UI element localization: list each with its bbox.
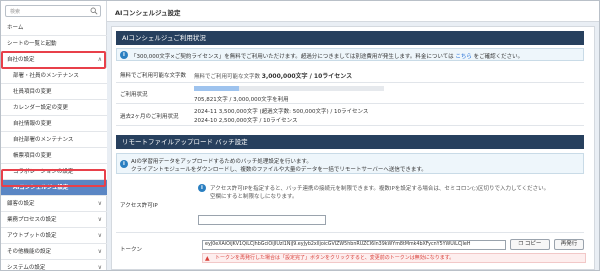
usage-status-label: ご利用状況 (120, 92, 148, 98)
history-label: 過去2ヶ月のご利用状況 (120, 114, 179, 120)
token-field[interactable]: eyJ0eXAiOiJKV1QiLCJhbGciOiJIUzI1NiJ9.eyJ… (202, 240, 506, 250)
pricing-link[interactable]: こちら (455, 54, 472, 60)
free-chars-row: 無料でご利用可能な文字数 無料でご利用可能な文字数 3,000,000文字 / … (116, 66, 584, 83)
history-month-2: 2024-10 2,500,000文字 / 10ライセンス (194, 118, 298, 124)
sidebar-item-form-fields[interactable]: 帳票項目の変更 (1, 148, 107, 164)
sidebar-item-label: 自社情報の変更 (13, 121, 52, 127)
token-row: トークン eyJ0eXAiOiJKV1QiLCJhbGciOiJIUzI1NiJ… (116, 233, 586, 269)
sidebar-item-label: シートの一覧と起動 (7, 41, 57, 47)
chevron-down-icon: ∨ (97, 216, 102, 223)
copy-icon: ❐ (518, 241, 524, 247)
sidebar-item-label: AIコンシェルジュ設定 (13, 185, 69, 191)
sidebar-item-calendar[interactable]: カレンダー設定の変更 (1, 100, 107, 116)
chevron-down-icon: ∨ (97, 264, 102, 271)
sidebar-item-label: 社員項目の変更 (13, 89, 52, 95)
sidebar-group-other-settings[interactable]: その他機能の設定 ∨ (1, 244, 107, 260)
chevron-down-icon: ∨ (97, 200, 102, 207)
usage-progress-fill (194, 86, 239, 91)
token-warning: ▲ トークンを再発行した場合は「設定完了」ボタンをクリックすると、変更前のトーク… (202, 253, 586, 263)
chevron-up-icon: ∧ (97, 56, 102, 63)
sidebar: 検索 ホーム シートの一覧と起動 自社の設定 ∧ 部署・社員のメンテナンス 社員項… (1, 1, 107, 271)
search-icon[interactable] (90, 7, 98, 15)
usage-progress-bar (194, 86, 384, 91)
sidebar-item-company-departments[interactable]: 自社部署のメンテナンス (1, 132, 107, 148)
access-ip-input[interactable] (198, 215, 326, 225)
sidebar-item-label: カレンダー設定の変更 (13, 105, 69, 111)
upload-section-title: リモートファイルアップロード バッチ設定 (116, 135, 584, 149)
usage-status-value: 705,821文字 / 3,000,000文字を利用 (194, 97, 289, 103)
chevron-down-icon: ∨ (97, 232, 102, 239)
upload-notice: i AIの学習用データをアップロードするためのバッチ処理設定を行います。 クライ… (116, 153, 584, 174)
upload-notice-line1: AIの学習用データをアップロードするためのバッチ処理設定を行います。 (131, 159, 312, 165)
usage-section-title: AIコンシェルジュご利用状況 (116, 31, 584, 45)
usage-notice-text: 「300,000文字×ご契約ライセンス」を無料でご利用いただけます。超過分につき… (131, 54, 524, 60)
sidebar-group-customer-settings[interactable]: 顧客の設定 ∨ (1, 196, 107, 212)
sidebar-item-label: 自社部署のメンテナンス (13, 137, 74, 143)
free-chars-value: 無料でご利用可能な文字数 3,000,000文字 / 10ライセンス (194, 73, 353, 80)
sidebar-nav: ホーム シートの一覧と起動 自社の設定 ∧ 部署・社員のメンテナンス 社員項目の変… (1, 20, 107, 271)
sidebar-item-employee-fields[interactable]: 社員項目の変更 (1, 84, 107, 100)
token-label: トークン (120, 247, 143, 253)
sidebar-group-system-settings[interactable]: システムの設定 ∨ (1, 260, 107, 271)
page-title: AIコンシェルジュ設定 (115, 9, 181, 17)
content-card: AIコンシェルジュご利用状況 i 「300,000文字×ご契約ライセンス」を無料… (111, 26, 595, 270)
sidebar-group-company-settings[interactable]: 自社の設定 ∧ (1, 52, 107, 68)
sidebar-item-label: アウトプットの設定 (7, 233, 57, 239)
info-icon: i (120, 160, 128, 168)
sidebar-item-label: 顧客の設定 (7, 201, 35, 207)
sidebar-item-label: システムの設定 (7, 265, 46, 271)
sidebar-item-home[interactable]: ホーム (1, 20, 107, 36)
sidebar-item-label: 帳票項目の変更 (13, 153, 52, 159)
access-ip-help-1: アクセス許可IPを指定すると、バッチ連携の接続元を制限できます。複数IPを設定す… (210, 186, 550, 192)
sidebar-item-company-info[interactable]: 自社情報の変更 (1, 116, 107, 132)
search-placeholder: 検索 (10, 9, 21, 15)
search-input[interactable]: 検索 (5, 5, 101, 17)
chevron-down-icon: ∨ (97, 248, 102, 255)
access-ip-row: アクセス許可IP i アクセス許可IPを指定すると、バッチ連携の接続元を制限でき… (116, 179, 584, 233)
copy-button[interactable]: ❐ コピー (510, 239, 550, 250)
sidebar-item-label: その他機能の設定 (7, 249, 52, 255)
history-month-1: 2024-11 3,500,000文字 (超過文字数: 500,000文字) /… (194, 109, 369, 115)
usage-notice: i 「300,000文字×ご契約ライセンス」を無料でご利用いただけます。超過分に… (116, 48, 584, 61)
reissue-button[interactable]: 再発行 (554, 239, 584, 250)
copy-button-label: コピー (524, 241, 542, 247)
history-row: 過去2ヶ月のご利用状況 2024-11 3,500,000文字 (超過文字数: … (116, 104, 584, 126)
sidebar-item-label: 業務プロセスの設定 (7, 217, 57, 223)
sidebar-item-label: 部署・社員のメンテナンス (13, 73, 79, 79)
sidebar-group-process-settings[interactable]: 業務プロセスの設定 ∨ (1, 212, 107, 228)
access-ip-label: アクセス許可IP (120, 203, 158, 209)
sidebar-group-output-settings[interactable]: アウトプットの設定 ∨ (1, 228, 107, 244)
sidebar-item-label: ホーム (7, 25, 24, 31)
access-ip-help-2: 空欄にすると制限なしになります。 (210, 194, 298, 200)
sidebar-item-collaboration[interactable]: コラボレーションの設定 (1, 164, 107, 180)
main-panel: AIコンシェルジュ設定 AIコンシェルジュご利用状況 i 「300,000文字×… (107, 1, 599, 270)
info-icon: i (198, 184, 206, 192)
usage-status-row: ご利用状況 705,821文字 / 3,000,000文字を利用 (116, 83, 584, 104)
sidebar-item-sheet-list[interactable]: シートの一覧と起動 (1, 36, 107, 52)
warning-icon: ▲ (205, 255, 210, 262)
page-header: AIコンシェルジュ設定 (107, 1, 599, 22)
sidebar-item-label: コラボレーションの設定 (13, 169, 74, 175)
token-warning-text: トークンを再発行した場合は「設定完了」ボタンをクリックすると、変更前のトークンは… (215, 255, 455, 261)
sidebar-item-departments[interactable]: 部署・社員のメンテナンス (1, 68, 107, 84)
sidebar-item-label: 自社の設定 (7, 57, 35, 63)
sidebar-item-ai-concierge[interactable]: AIコンシェルジュ設定 (1, 180, 107, 196)
upload-notice-line2: クライアントモジュールをダウンロードし、複数のファイルや大量のデータを一括でリモ… (131, 167, 427, 173)
info-icon: i (120, 51, 128, 59)
free-chars-label: 無料でご利用可能な文字数 (120, 73, 187, 79)
